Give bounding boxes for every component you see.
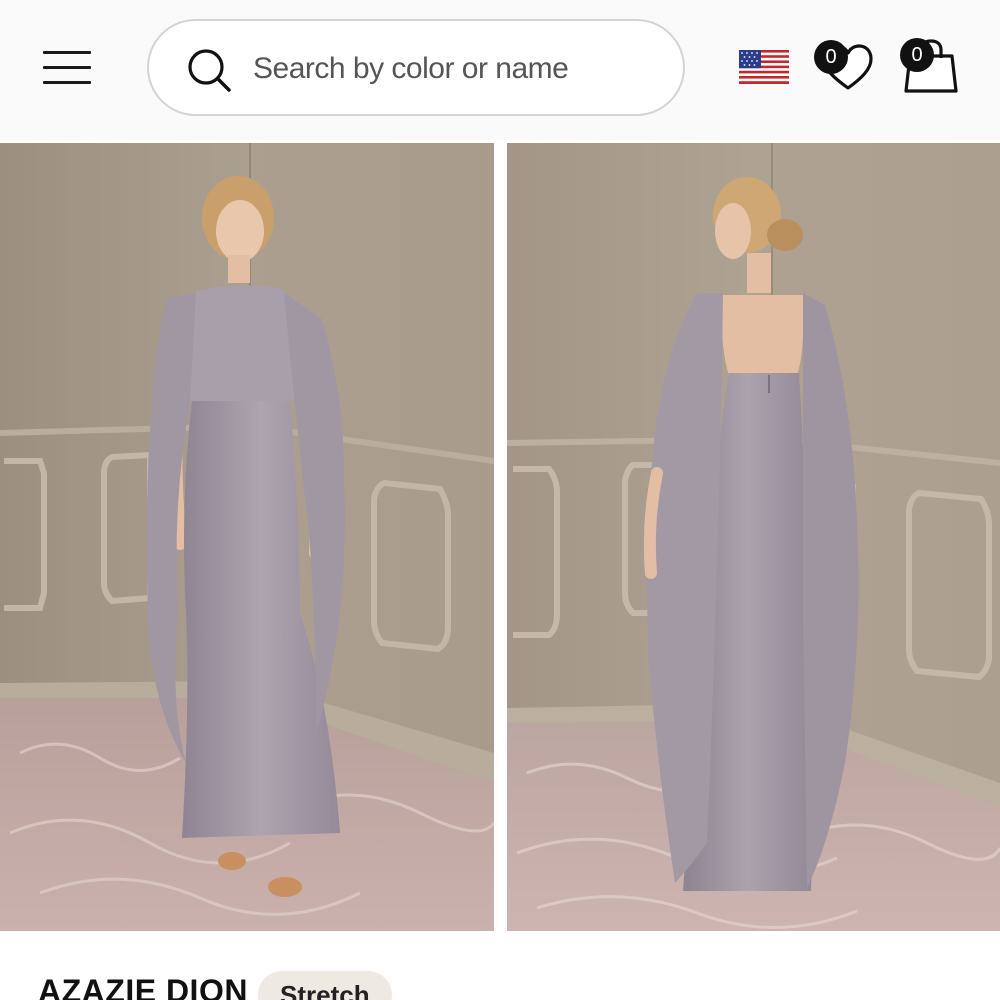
cart-count-badge: 0 bbox=[900, 38, 934, 72]
menu-line bbox=[43, 51, 91, 54]
menu-line bbox=[43, 81, 91, 84]
search-bar[interactable] bbox=[147, 19, 685, 116]
product-title: AZAZIE DION bbox=[38, 973, 248, 1000]
cart-button[interactable]: 0 bbox=[896, 36, 962, 96]
wishlist-count-badge: 0 bbox=[814, 40, 848, 74]
wishlist-button[interactable]: 0 bbox=[812, 38, 874, 92]
search-input[interactable] bbox=[253, 49, 653, 89]
stretch-tag: Stretch bbox=[258, 971, 392, 1000]
product-image-back[interactable] bbox=[507, 143, 1000, 931]
search-icon bbox=[188, 49, 231, 92]
site-header: 0 0 bbox=[0, 0, 1000, 140]
menu-line bbox=[43, 66, 91, 69]
product-title-row: AZAZIE DION Stretch bbox=[0, 931, 1000, 1000]
us-flag-icon[interactable] bbox=[739, 50, 789, 84]
product-image-front[interactable] bbox=[0, 143, 494, 931]
menu-icon[interactable] bbox=[40, 48, 94, 88]
